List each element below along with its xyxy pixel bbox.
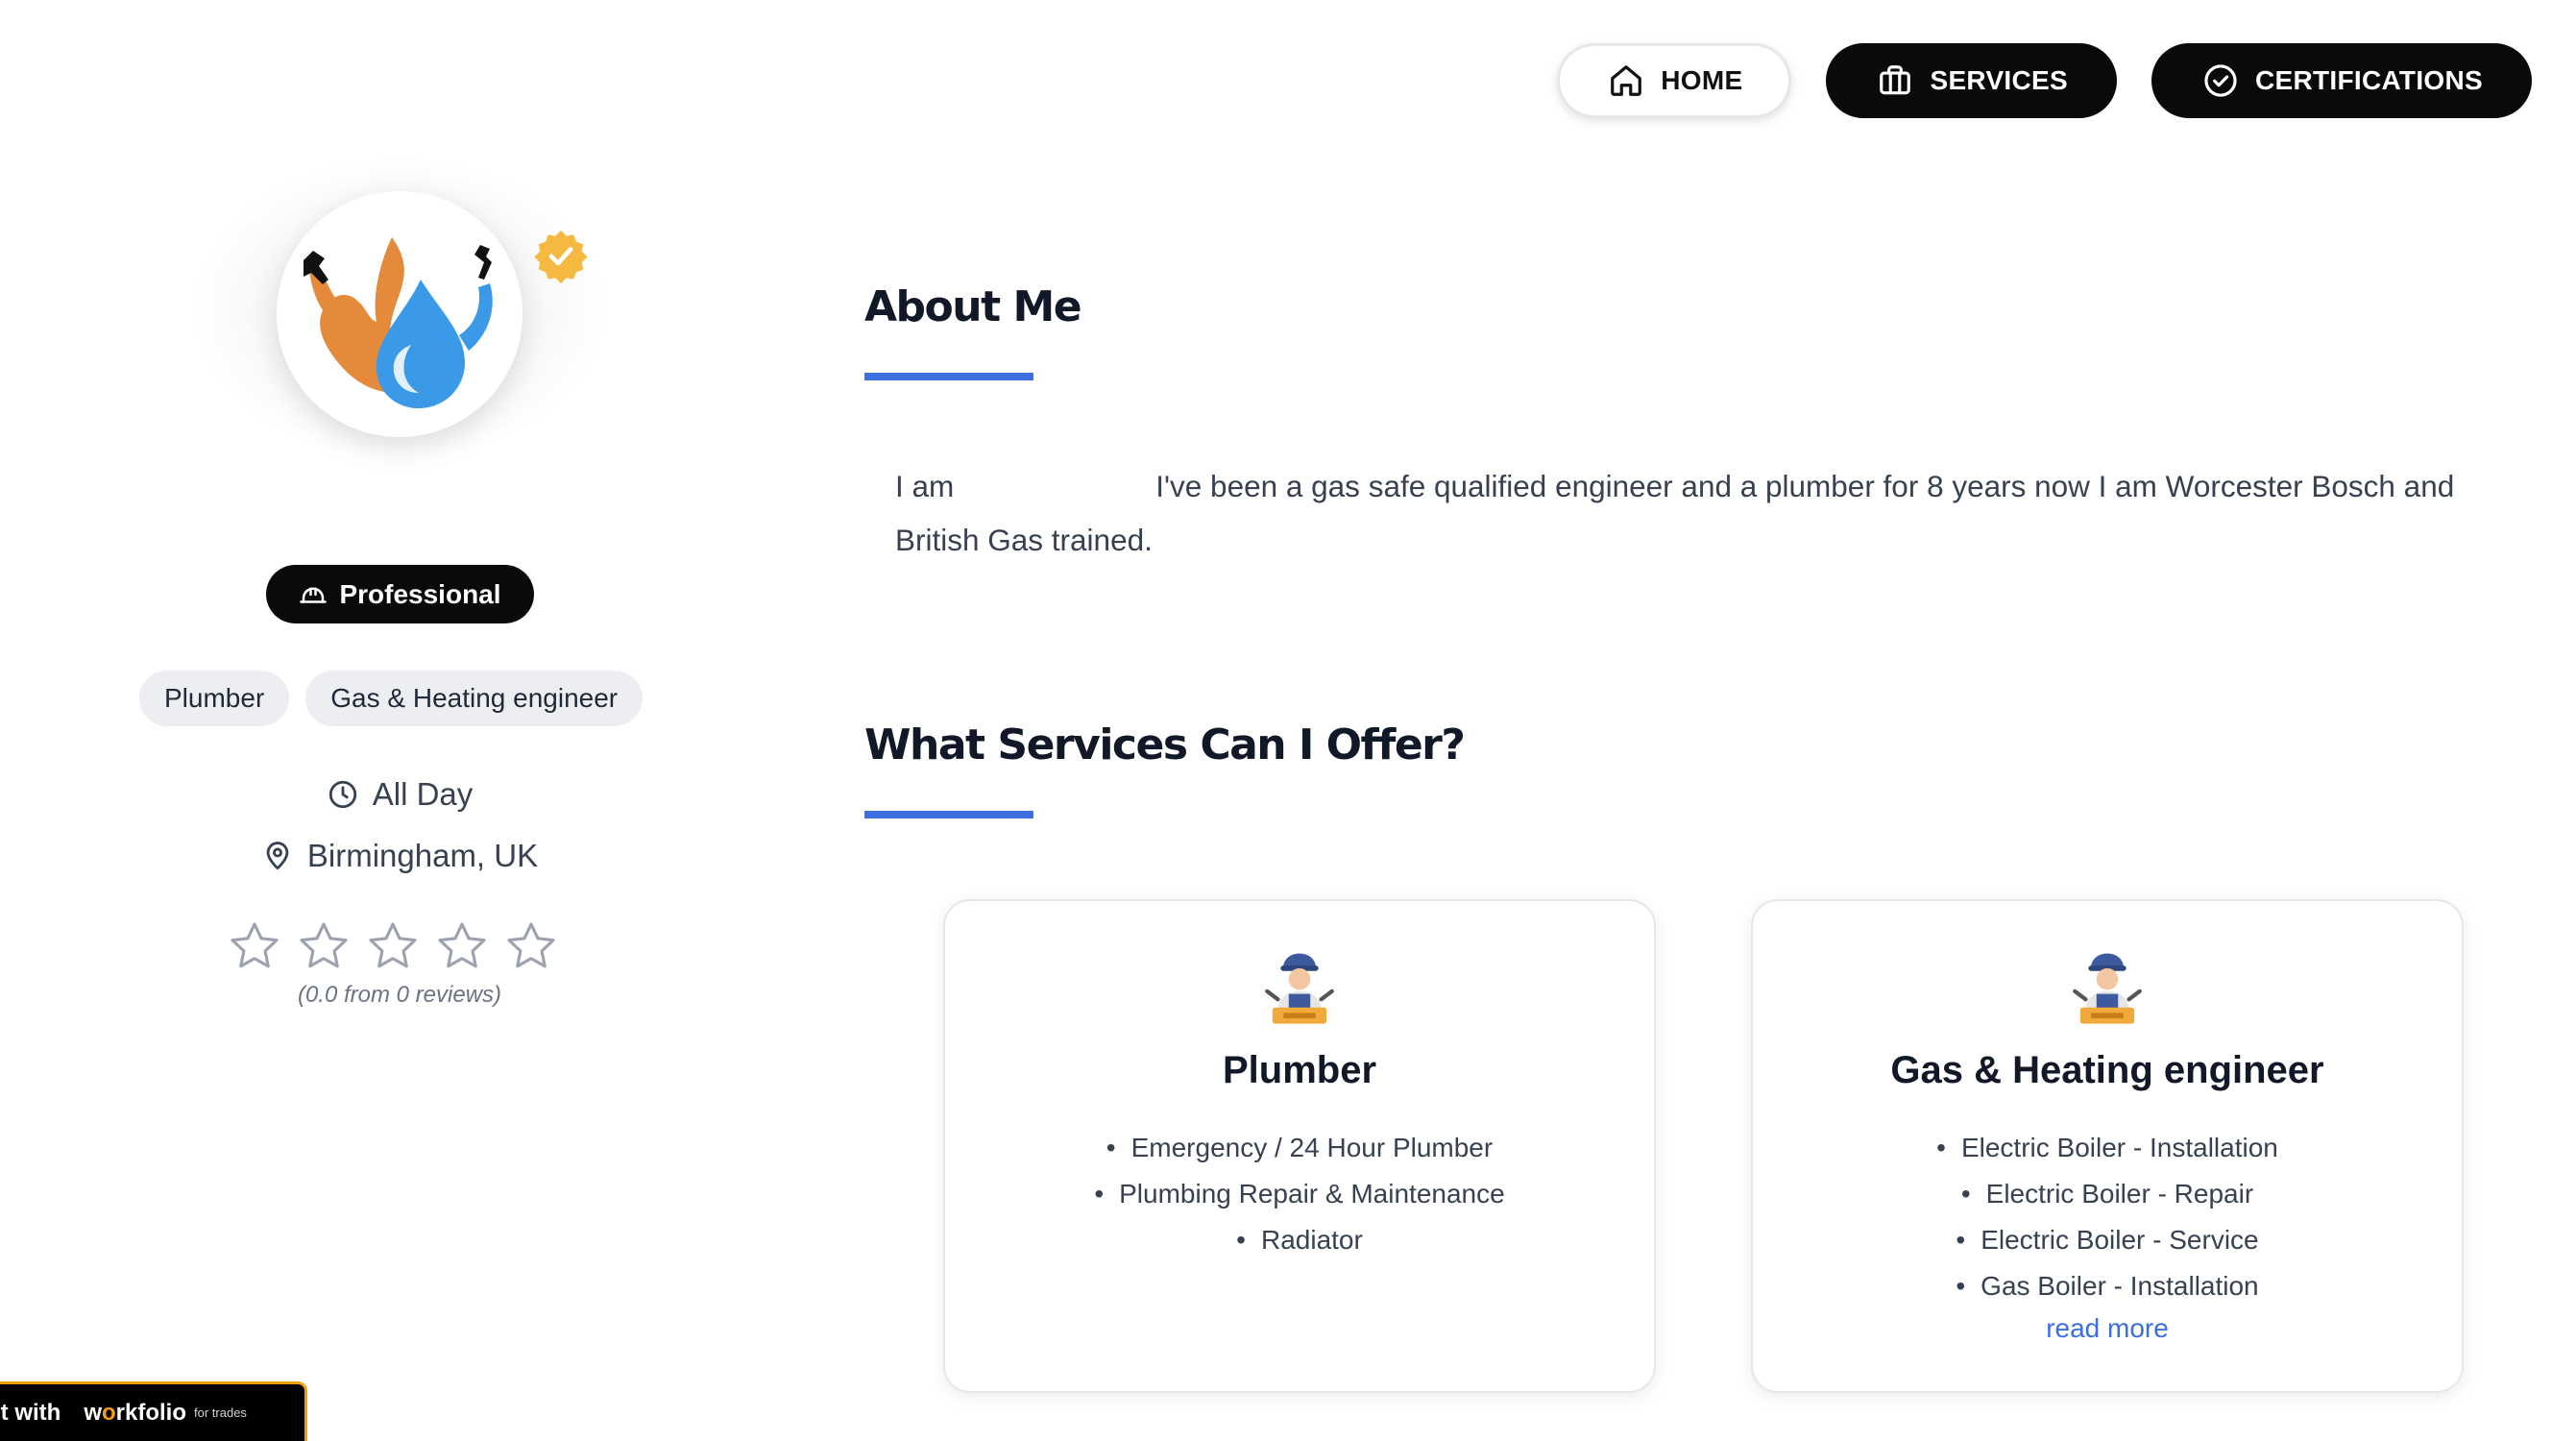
plumbing-logo-icon — [304, 237, 493, 408]
avatar-container — [195, 159, 604, 457]
reviews-summary: (0.0 from 0 reviews) — [297, 982, 502, 1008]
list-item: Plumbing Repair & Maintenance — [945, 1171, 1654, 1217]
certifications-button[interactable]: CERTIFICATIONS — [2151, 43, 2532, 118]
list-item: Electric Boiler - Repair — [1753, 1171, 2462, 1217]
availability-text: All Day — [372, 776, 474, 812]
services-button[interactable]: SERVICES — [1826, 43, 2117, 118]
check-circle-icon — [2204, 64, 2237, 97]
list-item: Emergency / 24 Hour Plumber — [945, 1125, 1654, 1171]
professional-label: Professional — [339, 578, 501, 609]
list-item: Radiator — [945, 1217, 1654, 1263]
built-with-badge[interactable]: lt with workfolio for trades — [0, 1381, 307, 1441]
list-item: Electric Boiler - Installation — [1753, 1125, 2462, 1171]
availability: All Day — [0, 776, 799, 813]
plumber-worker-icon — [1265, 953, 1334, 1024]
star-icon[interactable] — [296, 918, 352, 974]
about-prefix: I am — [895, 469, 955, 503]
home-label: HOME — [1661, 65, 1743, 95]
trade-tags: Plumber Gas & Heating engineer — [139, 671, 644, 726]
services-title: What Services Can I Offer? — [864, 720, 1466, 769]
location-text: Birmingham, UK — [306, 838, 539, 873]
about-title: About Me — [864, 282, 1082, 331]
services-label: SERVICES — [1930, 65, 2068, 95]
star-icon[interactable] — [503, 918, 559, 974]
card-title: Gas & Heating engineer — [1890, 1049, 2324, 1091]
brand-part: rkfolio — [115, 1399, 187, 1426]
home-button[interactable]: HOME — [1557, 43, 1792, 118]
star-icon[interactable] — [434, 918, 490, 974]
plumber-worker-icon — [2073, 953, 2142, 1024]
brand-subtitle: for trades — [194, 1405, 247, 1420]
rating-stars[interactable] — [227, 918, 559, 974]
professional-badge: Professional — [266, 565, 534, 623]
service-card-gas-heating[interactable]: Gas & Heating engineer Electric Boiler -… — [1751, 899, 2464, 1393]
about-underline — [864, 373, 1033, 380]
location: Birmingham, UK — [0, 838, 799, 874]
about-body: I've been a gas safe qualified engineer … — [895, 469, 2455, 557]
service-card-plumber[interactable]: Plumber Emergency / 24 Hour Plumber Plum… — [943, 899, 1656, 1393]
list-item: Gas Boiler - Installation — [1753, 1263, 2462, 1309]
about-text: I am I've been a gas safe qualified engin… — [895, 459, 2528, 567]
verified-badge-icon — [534, 230, 588, 283]
brand-part: o — [102, 1399, 116, 1426]
card-title: Plumber — [1222, 1049, 1377, 1091]
star-icon[interactable] — [365, 918, 421, 974]
workfolio-logo: workfolio — [84, 1400, 186, 1427]
clock-icon — [328, 780, 356, 809]
map-pin-icon — [266, 842, 289, 870]
list-item: Electric Boiler - Service — [1753, 1217, 2462, 1263]
home-icon — [1611, 65, 1642, 96]
avatar[interactable] — [277, 191, 588, 437]
star-icon[interactable] — [227, 918, 282, 974]
services-underline — [864, 811, 1033, 818]
service-list: Emergency / 24 Hour Plumber Plumbing Rep… — [945, 1125, 1654, 1263]
tag-gas-heating-engineer: Gas & Heating engineer — [305, 671, 644, 726]
tag-plumber: Plumber — [139, 671, 290, 726]
built-with-text: lt with — [0, 1399, 61, 1426]
hard-hat-icon — [300, 587, 328, 603]
brand-part: w — [84, 1399, 102, 1426]
read-more-link[interactable]: read more — [1753, 1307, 2462, 1350]
top-nav: HOME SERVICES CERTIFICATIONS — [1557, 43, 2532, 118]
service-list: Electric Boiler - Installation Electric … — [1753, 1125, 2462, 1309]
briefcase-icon — [1880, 65, 1911, 95]
certifications-label: CERTIFICATIONS — [2254, 65, 2483, 95]
